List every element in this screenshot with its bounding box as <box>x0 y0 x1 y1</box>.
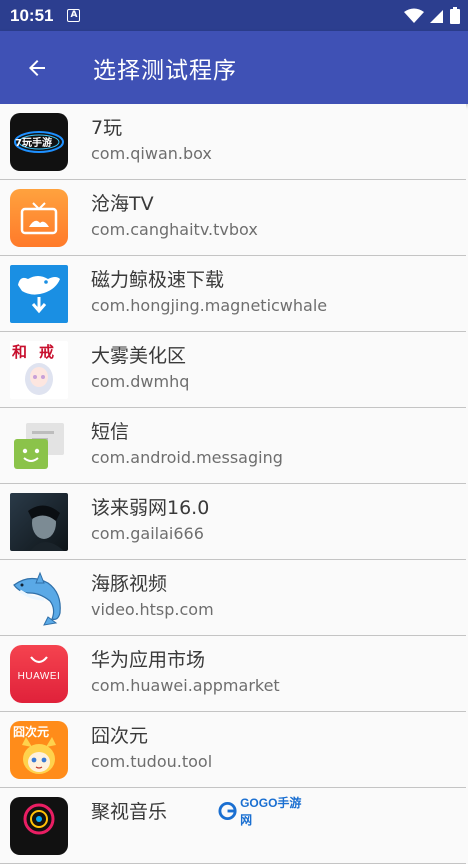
list-item[interactable]: 该来弱网16.0 com.gailai666 <box>0 484 466 560</box>
list-item[interactable]: 磁力鲸极速下载 com.hongjing.magneticwhale <box>0 256 466 332</box>
list-item[interactable]: 和戒 大雾美化区 com.dwmhq <box>0 332 466 408</box>
app-package: video.htsp.com <box>91 600 214 619</box>
app-list: 7玩手游 7玩 com.qiwan.box 沧海TV com.canghaitv… <box>0 104 466 864</box>
app-package: com.hongjing.magneticwhale <box>91 296 328 315</box>
arrow-back-icon <box>29 59 45 76</box>
list-item[interactable]: 沧海TV com.canghaitv.tvbox <box>0 180 466 256</box>
app-name: 华为应用市场 <box>91 649 206 671</box>
jiong-icon: 囧次元 <box>10 721 68 779</box>
notification-a-icon: A <box>67 9 81 22</box>
list-item[interactable]: 7玩手游 7玩 com.qiwan.box <box>0 104 466 180</box>
app-name: 短信 <box>91 421 130 443</box>
jiong-icon-text: 囧次元 <box>13 725 50 739</box>
7wan-icon: 7玩手游 <box>10 113 68 171</box>
huawei-icon: HUAWEI <box>10 645 68 703</box>
battery-icon <box>450 7 460 24</box>
app-name: 囧次元 <box>91 725 149 747</box>
app-package: com.dwmhq <box>91 372 190 391</box>
app-name: 该来弱网16.0 <box>91 497 210 519</box>
messaging-icon <box>10 417 68 475</box>
7wan-icon-text: 7玩手游 <box>15 138 52 149</box>
app-package: com.gailai666 <box>91 524 204 543</box>
page-title: 选择测试程序 <box>93 57 237 84</box>
app-package: com.qiwan.box <box>91 144 212 163</box>
list-item[interactable]: HUAWEI 华为应用市场 com.huawei.appmarket <box>0 636 466 712</box>
anime-icon-text: 和戒 <box>12 343 67 361</box>
music-icon <box>10 797 68 855</box>
status-bar: 10:51 A <box>0 0 468 31</box>
app-name: 7玩 <box>91 117 123 139</box>
huawei-icon-text: HUAWEI <box>17 671 61 682</box>
list-item[interactable]: 短信 com.android.messaging <box>0 408 466 484</box>
app-package: com.android.messaging <box>91 448 283 467</box>
app-name: 大雾美化区 <box>91 345 187 367</box>
watermark: GOGO手游网 <box>218 796 310 827</box>
app-package: com.canghaitv.tvbox <box>91 220 258 239</box>
dolphin-icon <box>10 569 68 627</box>
back-button[interactable] <box>19 50 55 86</box>
signal-icon <box>430 9 443 23</box>
dark-portrait-icon <box>10 493 68 551</box>
wifi-icon <box>404 8 424 23</box>
whale-icon <box>10 265 68 323</box>
list-item[interactable]: 囧次元 囧次元 com.tudou.tool <box>0 712 466 788</box>
app-package: com.huawei.appmarket <box>91 676 280 695</box>
gogo-logo-icon <box>218 801 237 821</box>
app-package: com.tudou.tool <box>91 752 213 771</box>
status-icons <box>404 0 460 31</box>
app-name: 沧海TV <box>91 193 154 215</box>
status-time: 10:51 <box>10 5 54 25</box>
anime-girl-icon: 和戒 <box>10 341 68 399</box>
list-item[interactable]: 海豚视频 video.htsp.com <box>0 560 466 636</box>
watermark-text: GOGO手游网 <box>240 796 302 827</box>
app-name: 聚视音乐 <box>91 801 168 823</box>
app-name: 磁力鲸极速下载 <box>91 269 225 291</box>
tv-icon <box>10 189 68 247</box>
app-name: 海豚视频 <box>91 573 168 595</box>
app-bar: 选择测试程序 <box>0 31 468 104</box>
